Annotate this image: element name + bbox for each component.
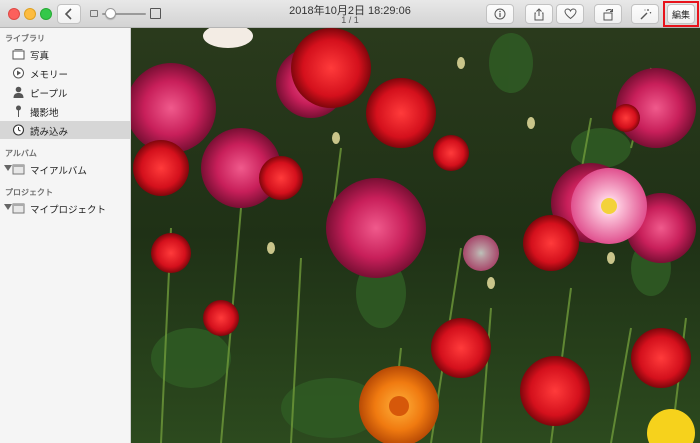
zoom-slider[interactable] — [90, 7, 162, 21]
sidebar-item-label: メモリー — [30, 70, 69, 81]
info-icon — [494, 8, 506, 20]
edit-button-highlight — [663, 1, 699, 27]
people-icon — [13, 86, 24, 98]
imports-clock-icon — [12, 124, 25, 136]
photo-viewer[interactable] — [131, 28, 700, 443]
info-button[interactable] — [486, 4, 514, 24]
album-folder-icon — [12, 164, 25, 175]
photo-count: 1 / 1 — [341, 15, 359, 25]
disclosure-triangle-icon[interactable] — [4, 165, 12, 171]
places-pin-icon — [16, 105, 21, 117]
magic-wand-icon — [640, 8, 651, 19]
sidebar-item-people[interactable]: ピープル — [0, 83, 130, 101]
back-button[interactable] — [57, 4, 81, 24]
close-window-button[interactable] — [8, 8, 20, 20]
sidebar-item-label: 撮影地 — [30, 108, 59, 119]
sidebar-item-imports[interactable]: 読み込み — [0, 121, 130, 139]
sidebar-item-places[interactable]: 撮影地 — [0, 102, 130, 120]
zoom-out-icon — [90, 10, 98, 17]
sidebar-item-memories[interactable]: メモリー — [0, 64, 130, 82]
sidebar-item-label: 読み込み — [30, 127, 69, 138]
zoom-in-icon — [150, 8, 161, 19]
rotate-icon — [603, 8, 613, 20]
heart-icon — [563, 8, 577, 20]
sidebar-item-label: マイプロジェクト — [30, 205, 107, 216]
enhance-button[interactable] — [631, 4, 659, 24]
rotate-button[interactable] — [594, 4, 622, 24]
album-section-header: アルバム — [5, 149, 37, 158]
sidebar: ライブラリ 写真 メモリー ピープル 撮影地 読み込み アルバム マイアルバム … — [0, 28, 131, 443]
zoom-knob[interactable] — [105, 8, 116, 19]
sidebar-item-label: 写真 — [30, 51, 50, 62]
share-icon — [534, 7, 544, 20]
project-section-header: プロジェクト — [5, 188, 53, 197]
minimize-window-button[interactable] — [24, 8, 36, 20]
back-chevron-icon — [64, 8, 72, 20]
sidebar-item-my-project[interactable]: マイプロジェクト — [0, 199, 130, 217]
sidebar-item-my-album[interactable]: マイアルバム — [0, 160, 130, 178]
sidebar-item-photos[interactable]: 写真 — [0, 45, 130, 63]
disclosure-triangle-icon[interactable] — [4, 204, 12, 210]
library-section-header: ライブラリ — [5, 34, 45, 43]
share-button[interactable] — [525, 4, 553, 24]
project-folder-icon — [12, 203, 25, 214]
fullscreen-window-button[interactable] — [40, 8, 52, 20]
memories-icon — [13, 67, 24, 79]
sidebar-item-label: マイアルバム — [30, 166, 87, 177]
photos-icon — [12, 49, 25, 60]
flower-photo — [131, 28, 700, 443]
toolbar: 2018年10月2日 18:29:06 1 / 1 編集 — [0, 0, 700, 28]
sidebar-item-label: ピープル — [30, 89, 68, 100]
favorite-button[interactable] — [556, 4, 584, 24]
